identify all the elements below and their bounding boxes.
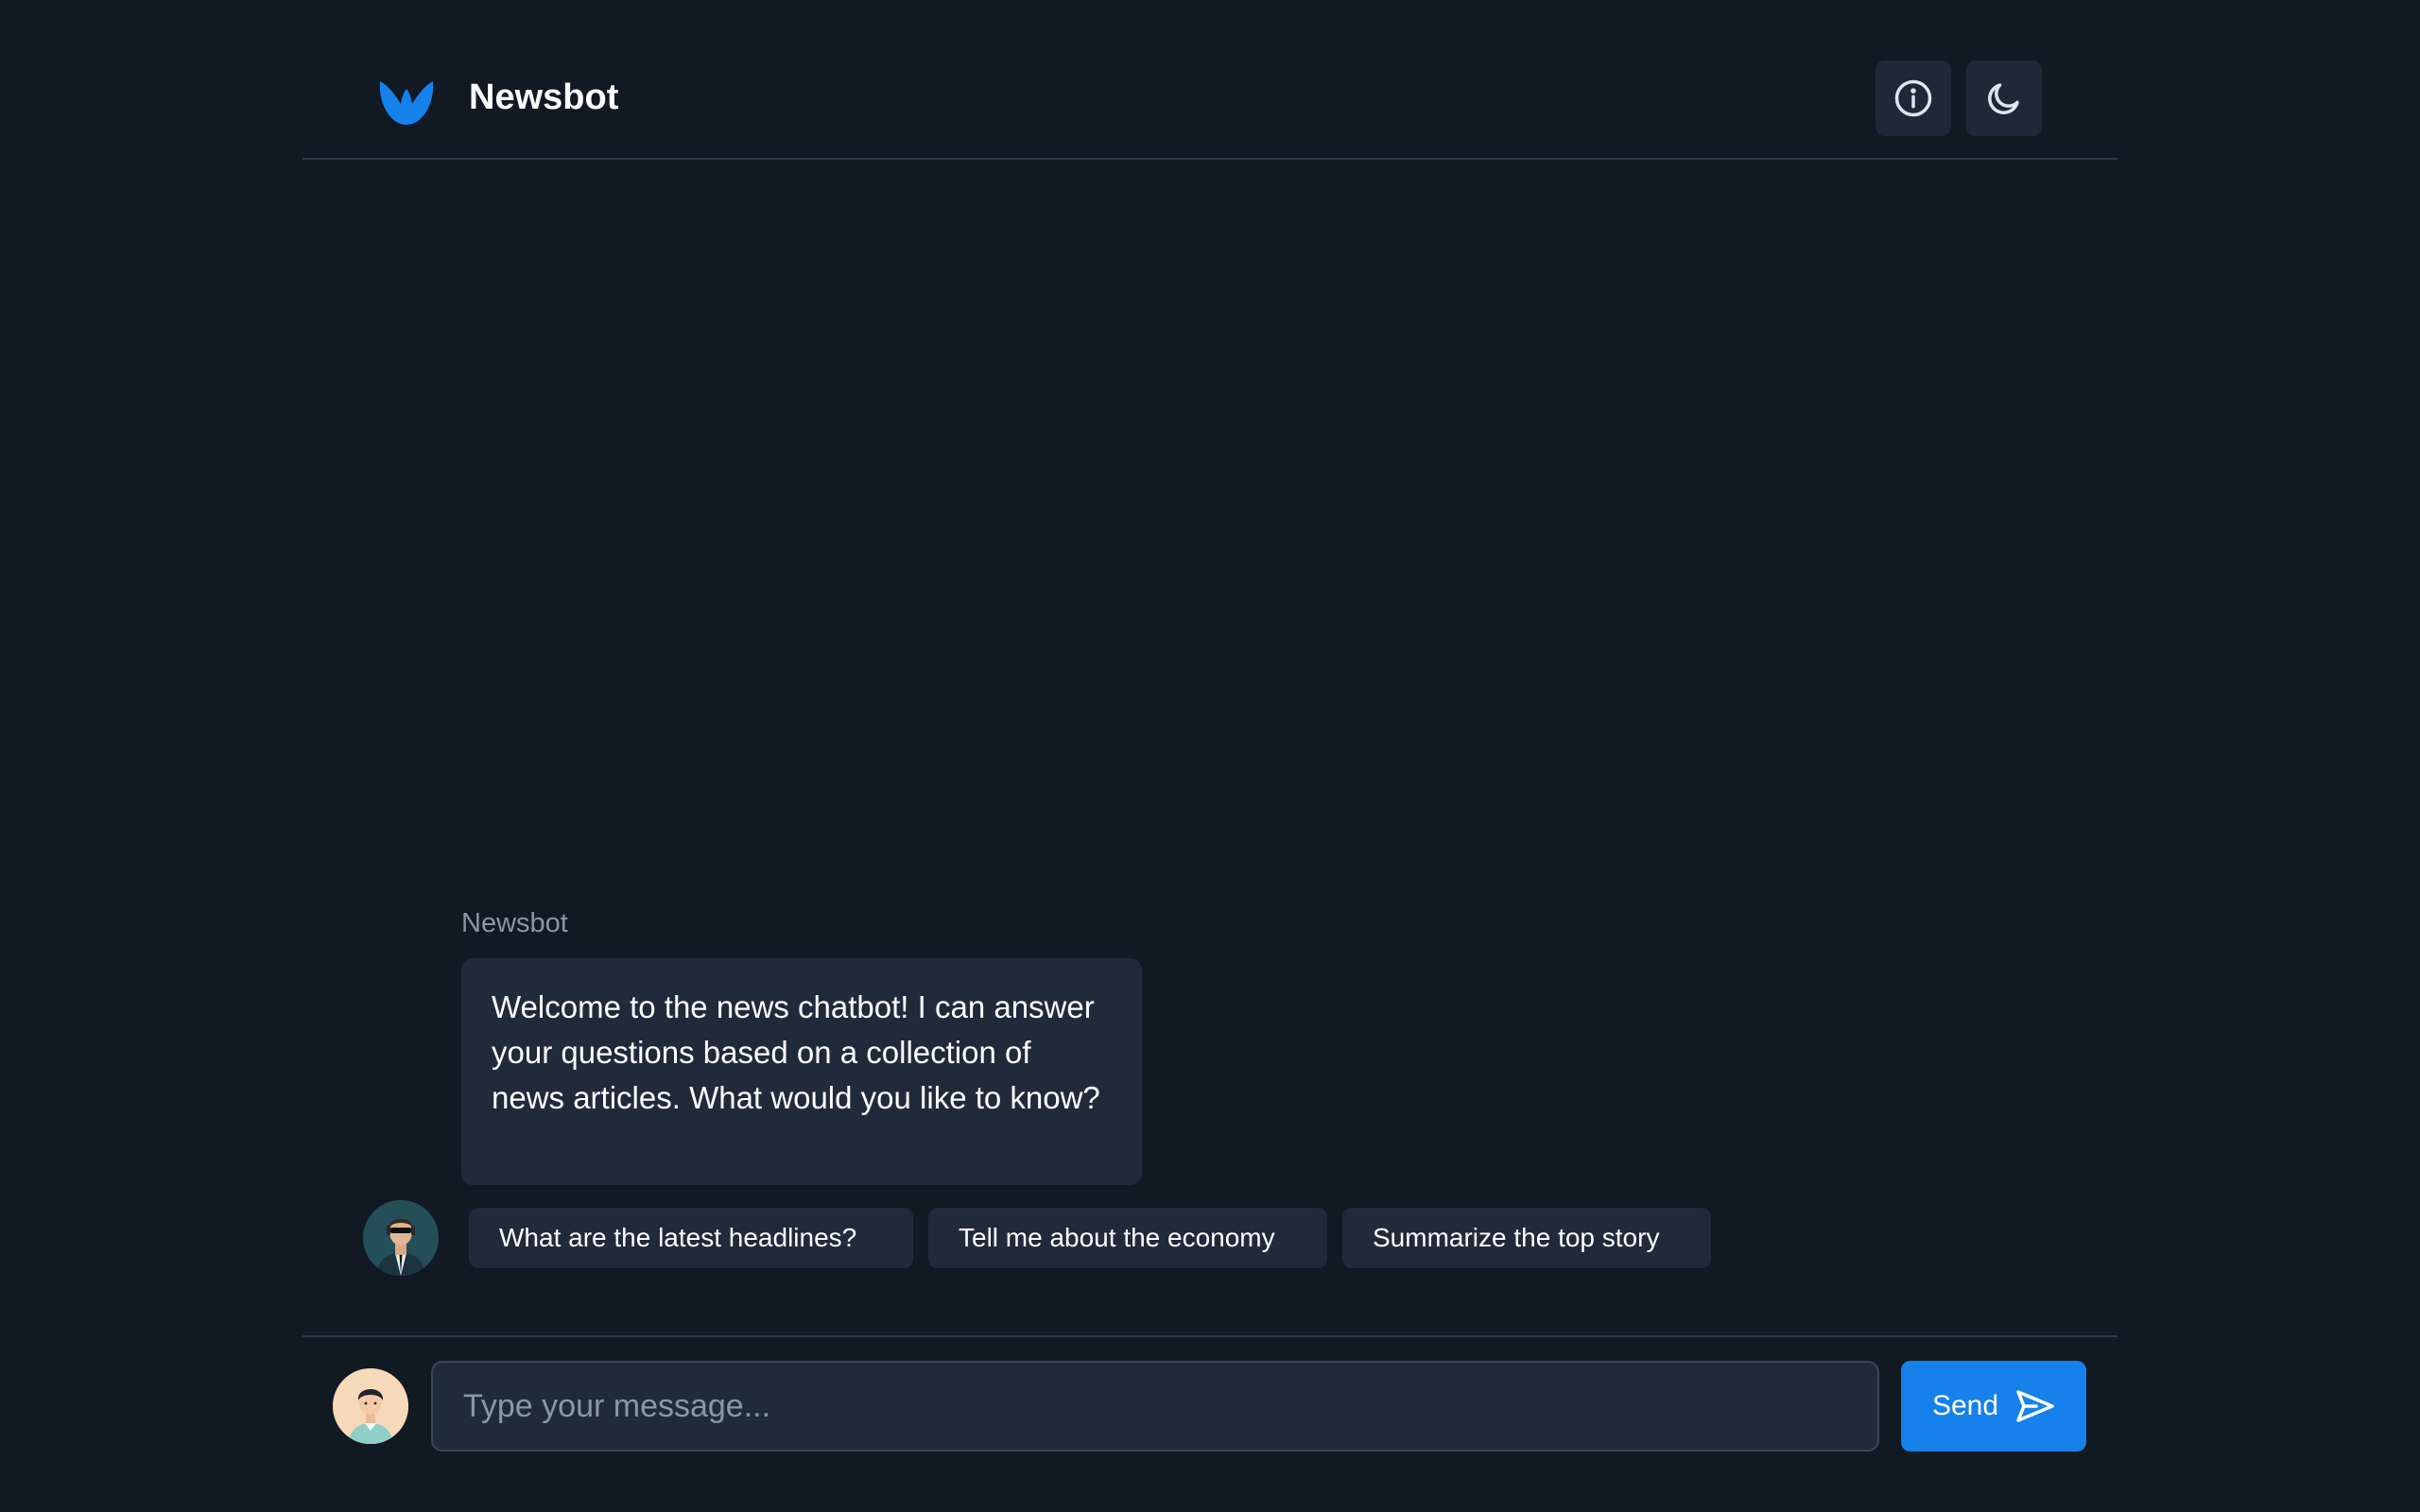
bot-message-bubble: Welcome to the news chatbot! I can answe… [461,958,1142,1185]
info-icon [1894,79,1932,117]
message-input[interactable] [431,1361,1879,1452]
bot-avatar [363,1200,439,1276]
theme-toggle-button[interactable] [1966,60,2042,136]
user-avatar-illustration [333,1368,408,1444]
suggestion-chip[interactable]: What are the latest headlines? [469,1208,913,1268]
app-header: Newsbot [302,0,2118,160]
suggestion-chip[interactable]: Tell me about the economy [928,1208,1327,1268]
send-button[interactable]: Send [1901,1361,2086,1452]
bot-avatar-illustration [363,1200,439,1276]
user-avatar [333,1368,408,1444]
moon-icon [1988,83,2019,114]
send-label: Send [1931,1390,1999,1421]
suggestion-chip[interactable]: Summarize the top story [1342,1208,1711,1268]
chat-app: Newsbot Newsbot Welcome to the news chat… [302,0,2118,1512]
message-composer: Send [302,1335,2118,1512]
message-sender: Newsbot [461,908,568,938]
send-icon [2016,1390,2054,1422]
app-title: Newsbot [469,77,619,117]
info-button[interactable] [1876,60,1951,136]
bird-logo-icon [379,81,434,125]
